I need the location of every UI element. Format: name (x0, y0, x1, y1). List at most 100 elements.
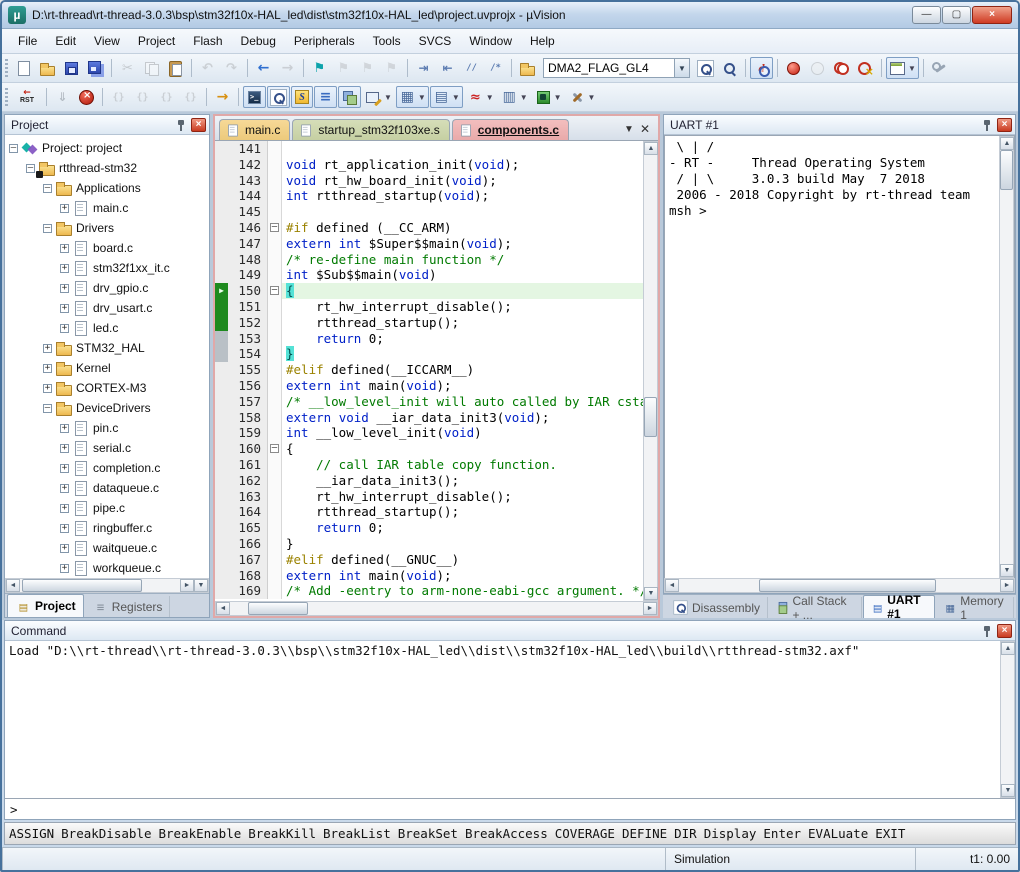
code-line-154[interactable]: 154} (215, 346, 643, 362)
command-button-coverage[interactable]: COVERAGE (555, 826, 615, 841)
command-button-assign[interactable]: ASSIGN (9, 826, 54, 841)
code-line-167[interactable]: 167#elif defined(__GNUC__) (215, 552, 643, 568)
open-file-button[interactable] (36, 57, 59, 79)
editor-vscrollbar[interactable]: ▲ ▼ (643, 141, 658, 601)
navigate-forward-button[interactable]: → (276, 57, 299, 79)
tree-item-board-c[interactable]: +board.c (5, 238, 209, 258)
scroll-thumb[interactable] (248, 602, 308, 615)
code-line-163[interactable]: 163 rt_hw_interrupt_disable(); (215, 489, 643, 505)
scroll-thumb[interactable] (1000, 150, 1013, 190)
expander-icon[interactable]: + (60, 504, 69, 513)
memory-windows-dropdown-icon[interactable]: ▼ (418, 93, 426, 102)
command-button-define[interactable]: DEFINE (622, 826, 667, 841)
code-line-147[interactable]: 147extern int $Super$$main(void); (215, 236, 643, 252)
scroll-thumb[interactable] (759, 579, 936, 592)
menu-flash[interactable]: Flash (185, 31, 230, 51)
code-line-145[interactable]: 145 (215, 204, 643, 220)
code-line-168[interactable]: 168extern int main(void); (215, 568, 643, 584)
uart-vscrollbar[interactable]: ▲ ▼ (999, 136, 1014, 578)
tree-item-devicedrivers[interactable]: –DeviceDrivers (5, 398, 209, 418)
fold-toggle-icon[interactable]: – (270, 444, 279, 453)
tree-item-applications[interactable]: –Applications (5, 178, 209, 198)
expander-icon[interactable]: + (60, 524, 69, 533)
registers-window-button[interactable]: ≡ (314, 86, 337, 108)
expander-icon[interactable]: + (60, 464, 69, 473)
tree-scroll-menu-icon[interactable]: ▼ (194, 579, 208, 592)
scroll-up-icon[interactable]: ▲ (1000, 137, 1014, 150)
scroll-left-icon[interactable]: ◄ (6, 579, 20, 592)
code-line-142[interactable]: 142void rt_application_init(void); (215, 157, 643, 173)
tab-disassembly[interactable]: Disassembly (665, 597, 768, 618)
tab-uart-1[interactable]: ▤UART #1 (863, 595, 935, 618)
editor-tab-components-c[interactable]: components.c (452, 119, 569, 140)
code-area[interactable]: 141142void rt_application_init(void);143… (215, 140, 658, 601)
menu-peripherals[interactable]: Peripherals (286, 31, 363, 51)
navigate-back-button[interactable]: ← (252, 57, 275, 79)
step-into-button[interactable]: {} (107, 86, 130, 108)
tree-item-stm32f1xx-it-c[interactable]: +stm32f1xx_it.c (5, 258, 209, 278)
fold-toggle-icon[interactable]: – (270, 223, 279, 232)
expander-icon[interactable]: – (43, 184, 52, 193)
serial-windows-button[interactable]: ▤▼ (430, 86, 463, 108)
tree-item-drv-gpio-c[interactable]: +drv_gpio.c (5, 278, 209, 298)
expander-icon[interactable]: + (60, 444, 69, 453)
tree-item-dataqueue-c[interactable]: +dataqueue.c (5, 478, 209, 498)
code-line-166[interactable]: 166} (215, 536, 643, 552)
expander-icon[interactable]: + (60, 204, 69, 213)
show-next-statement-button[interactable]: → (211, 86, 234, 108)
step-out-button[interactable]: {} (155, 86, 178, 108)
minimize-button[interactable]: — (912, 6, 941, 24)
expander-icon[interactable]: + (60, 264, 69, 273)
menu-help[interactable]: Help (522, 31, 563, 51)
command-panel-close-icon[interactable]: × (997, 624, 1012, 638)
redo-button[interactable]: ↷ (220, 57, 243, 79)
command-button-dir[interactable]: DIR (674, 826, 697, 841)
fold-toggle-icon[interactable]: – (270, 286, 279, 295)
disable-all-breakpoints-button[interactable] (830, 57, 853, 79)
expander-icon[interactable]: + (60, 564, 69, 573)
expander-icon[interactable]: – (26, 164, 35, 173)
command-button-breakenable[interactable]: BreakEnable (158, 826, 241, 841)
indent-button[interactable]: ⇥ (412, 57, 435, 79)
stop-button[interactable] (75, 86, 98, 108)
analysis-windows-button[interactable]: ≈▼ (464, 86, 497, 108)
menu-edit[interactable]: Edit (47, 31, 84, 51)
uart-terminal[interactable]: \ | / - RT - Thread Operating System / |… (664, 135, 1015, 578)
command-button-breakset[interactable]: BreakSet (398, 826, 458, 841)
reset-cpu-button[interactable]: RST (12, 86, 42, 108)
code-line-148[interactable]: 148/* re-define main function */ (215, 252, 643, 268)
tree-item-serial-c[interactable]: +serial.c (5, 438, 209, 458)
next-bookmark-button[interactable]: ⚑ (332, 57, 355, 79)
tree-item-drivers[interactable]: –Drivers (5, 218, 209, 238)
code-line-157[interactable]: 157/* __low_level_init will auto called … (215, 394, 643, 410)
scroll-up-icon[interactable]: ▲ (644, 142, 658, 155)
toolbox-dropdown-icon[interactable]: ▼ (588, 93, 596, 102)
command-button-evaluate[interactable]: EVALuate (808, 826, 868, 841)
code-line-162[interactable]: 162 __iar_data_init3(); (215, 473, 643, 489)
uart-hscrollbar[interactable]: ◄ ► (664, 578, 1015, 593)
code-line-152[interactable]: 152 rtthread_startup(); (215, 315, 643, 331)
expander-icon[interactable]: + (43, 384, 52, 393)
expander-icon[interactable]: + (60, 284, 69, 293)
run-button[interactable]: ⇓ (51, 86, 74, 108)
code-line-158[interactable]: 158extern void __iar_data_init3(void); (215, 410, 643, 426)
scroll-down-icon[interactable]: ▼ (1000, 564, 1014, 577)
command-button-breakkill[interactable]: BreakKill (248, 826, 316, 841)
project-tree-hscrollbar[interactable]: ◄ ► ▼ (5, 578, 209, 593)
watch-windows-dropdown-icon[interactable]: ▼ (384, 93, 392, 102)
run-to-cursor-button[interactable]: {} (179, 86, 202, 108)
tab-call-stack[interactable]: Call Stack + ... (769, 597, 862, 618)
code-line-161[interactable]: 161 // call IAR table copy function. (215, 457, 643, 473)
command-button-exit[interactable]: EXIT (875, 826, 905, 841)
window-layout-dropdown-icon[interactable]: ▼ (908, 64, 916, 73)
disassembly-window-button[interactable] (267, 86, 290, 108)
tree-item-ringbuffer-c[interactable]: +ringbuffer.c (5, 518, 209, 538)
insert-remove-breakpoint-button[interactable] (782, 57, 805, 79)
window-layout-button[interactable]: ▼ (886, 57, 919, 79)
code-line-156[interactable]: 156extern int main(void); (215, 378, 643, 394)
editor-tab-startup-stm32f103xe-s[interactable]: startup_stm32f103xe.s (292, 119, 449, 140)
menu-project[interactable]: Project (130, 31, 183, 51)
code-line-149[interactable]: 149int $Sub$$main(void) (215, 267, 643, 283)
command-button-enter[interactable]: Enter (763, 826, 801, 841)
incremental-find-button[interactable] (718, 57, 741, 79)
